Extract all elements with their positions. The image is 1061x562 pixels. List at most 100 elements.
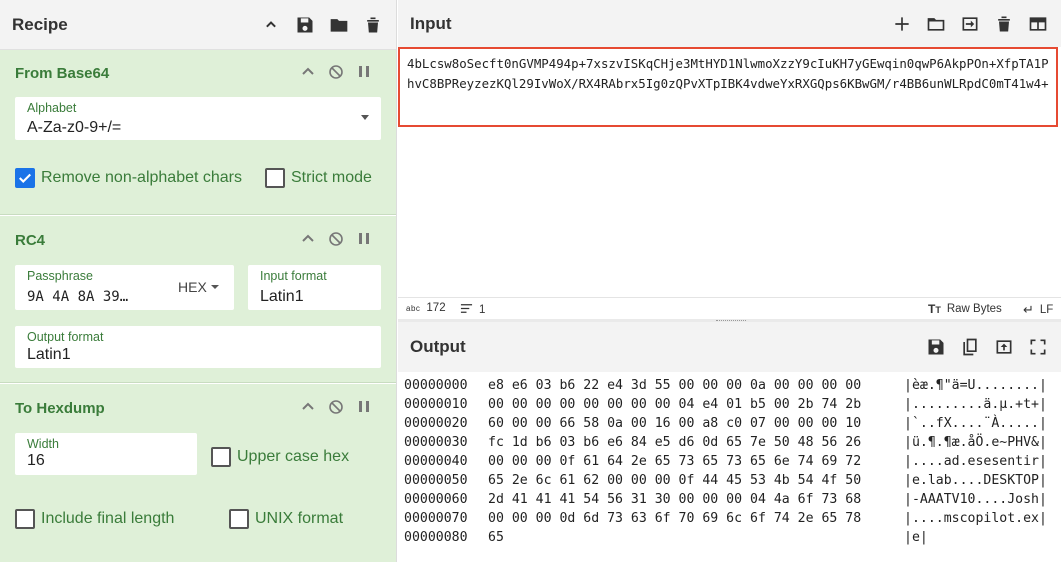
checkbox-empty-icon[interactable] — [229, 509, 249, 529]
output-format-field[interactable]: Output format Latin1 — [15, 326, 381, 368]
hexdump-bytes: 00 00 00 00 00 00 00 00 04 e4 01 b5 00 2… — [488, 397, 862, 412]
hexdump-address: 00000060 — [404, 492, 468, 507]
dropdown-caret-icon[interactable] — [361, 115, 369, 120]
output-format-value: Latin1 — [27, 346, 71, 363]
hexdump-bytes: fc 1d b6 03 b6 e6 84 e5 d6 0d 65 7e 50 4… — [488, 435, 862, 450]
unix-format-checkbox[interactable]: UNIX format — [229, 509, 343, 529]
checkbox-empty-icon[interactable] — [211, 447, 231, 467]
output-title: Output — [410, 337, 466, 356]
passphrase-label: Passphrase — [27, 269, 94, 283]
copy-icon[interactable] — [959, 336, 981, 358]
fullscreen-icon[interactable] — [1027, 336, 1049, 358]
checkbox-empty-icon[interactable] — [15, 509, 35, 529]
upper-case-hex-label: Upper case hex — [237, 448, 350, 465]
checkbox-empty-icon[interactable] — [265, 168, 285, 188]
return-arrow-icon: ↵ — [1023, 302, 1034, 317]
eol-label: LF — [1039, 304, 1054, 316]
encoding-label: Raw Bytes — [946, 303, 1002, 315]
input-format-value: Latin1 — [260, 288, 304, 305]
strict-mode-label: Strict mode — [291, 169, 372, 186]
hexdump-bytes: 00 00 00 0d 6d 73 63 6f 70 69 6c 6f 74 2… — [488, 511, 862, 526]
hexdump-address: 00000080 — [404, 530, 468, 545]
replace-input-icon[interactable] — [993, 336, 1015, 358]
remove-nonalpha-label: Remove non-alphabet chars — [41, 169, 243, 186]
hexdump-ascii: |-AAATV10....Josh| — [904, 492, 1047, 507]
hexdump-bytes: 00 00 00 0f 61 64 2e 65 73 65 73 65 6e 7… — [488, 454, 862, 469]
width-field[interactable]: Width 16 — [15, 433, 197, 475]
op-to-hexdump: To Hexdump Width 16 Upper case hex Inclu… — [0, 384, 396, 562]
hexdump-address: 00000010 — [404, 397, 468, 412]
pause-icon[interactable] — [356, 64, 372, 85]
hexdump-ascii: |....ad.esesentir| — [904, 454, 1047, 469]
alphabet-value: A-Za-z0-9+/= — [27, 119, 122, 136]
width-label: Width — [27, 437, 59, 451]
passphrase-format-label: HEX — [178, 279, 207, 295]
import-file-icon[interactable] — [959, 13, 981, 35]
dropdown-caret-icon — [210, 285, 219, 289]
chevron-up-icon[interactable] — [300, 64, 316, 85]
passphrase-format-select[interactable]: HEX — [178, 279, 219, 295]
output-format-label: Output format — [27, 330, 104, 344]
plus-icon[interactable] — [891, 13, 913, 35]
input-header: Input — [398, 0, 1061, 47]
passphrase-value: 9A 4A 8A 39… — [27, 289, 129, 305]
encoding-selector[interactable]: TT Raw Bytes — [928, 302, 1002, 316]
hexdump-address: 00000070 — [404, 511, 468, 526]
include-length-label: Include final length — [41, 510, 175, 527]
recipe-header: Recipe — [0, 0, 396, 50]
hexdump-ascii: |èæ.¶"ä=U........| — [904, 378, 1047, 393]
disable-icon[interactable] — [328, 64, 344, 85]
hexdump-ascii: |.........ä.µ.+t+| — [904, 397, 1047, 412]
hexdump-bytes: 2d 41 41 41 54 56 31 30 00 00 00 04 4a 6… — [488, 492, 862, 507]
hexdump-address: 00000000 — [404, 378, 468, 393]
op-from-base64: From Base64 Alphabet A-Za-z0-9+/= Remove… — [0, 50, 396, 215]
input-textarea[interactable]: 4bLcsw8oSecft0nGVMP494p+7xszvISKqCHje3Mt… — [398, 47, 1058, 127]
recipe-title: Recipe — [12, 14, 68, 34]
width-value: 16 — [27, 452, 45, 469]
hexdump-bytes: e8 e6 03 b6 22 e4 3d 55 00 00 00 0a 00 0… — [488, 378, 862, 393]
unix-format-label: UNIX format — [255, 510, 344, 527]
pause-icon[interactable] — [356, 399, 372, 420]
trash-icon[interactable] — [993, 13, 1015, 35]
remove-nonalpha-checkbox[interactable]: Remove non-alphabet chars — [15, 168, 242, 188]
op-title-to-hexdump: To Hexdump — [15, 400, 105, 417]
line-count-value: 1 — [479, 304, 486, 316]
hexdump-ascii: |e| — [904, 530, 928, 545]
op-title-rc4: RC4 — [15, 232, 46, 249]
disable-icon[interactable] — [328, 399, 344, 420]
folder-icon[interactable] — [328, 14, 350, 36]
hexdump-address: 00000040 — [404, 454, 468, 469]
include-length-checkbox[interactable]: Include final length — [15, 509, 174, 529]
abc-icon: abc — [406, 303, 421, 313]
hexdump-ascii: |....mscopilot.ex| — [904, 511, 1047, 526]
save-icon[interactable] — [925, 336, 947, 358]
pause-icon[interactable] — [356, 231, 372, 252]
chevron-up-icon[interactable] — [260, 14, 282, 36]
chevron-up-icon[interactable] — [300, 231, 316, 252]
output-header: Output — [398, 322, 1061, 372]
input-status-bar: abc 172 1 TT Raw Bytes ↵ LF — [398, 297, 1061, 319]
trash-icon[interactable] — [362, 14, 384, 36]
chevron-up-icon[interactable] — [300, 399, 316, 420]
checkbox-checked-icon[interactable] — [15, 168, 35, 188]
hexdump-address: 00000020 — [404, 416, 468, 431]
hexdump-ascii: |e.lab....DESKTOP| — [904, 473, 1047, 488]
upper-case-hex-checkbox[interactable]: Upper case hex — [211, 447, 349, 467]
hexdump-bytes: 65 — [488, 530, 504, 545]
hexdump-bytes: 65 2e 6c 61 62 00 00 00 0f 44 45 53 4b 5… — [488, 473, 862, 488]
char-count-value: 172 — [426, 302, 446, 314]
alphabet-field[interactable]: Alphabet A-Za-z0-9+/= — [15, 97, 381, 140]
output-hexdump[interactable]: 00000000 e8 e6 03 b6 22 e4 3d 55 00 00 00… — [398, 373, 1061, 562]
strict-mode-checkbox[interactable]: Strict mode — [265, 168, 372, 188]
save-icon[interactable] — [294, 14, 316, 36]
disable-icon[interactable] — [328, 231, 344, 252]
passphrase-field[interactable]: Passphrase 9A 4A 8A 39… HEX — [15, 265, 234, 310]
char-count: abc 172 — [406, 302, 446, 314]
op-rc4: RC4 Passphrase 9A 4A 8A 39… HEX Input fo… — [0, 216, 396, 383]
input-title: Input — [410, 13, 452, 33]
layout-icon[interactable] — [1027, 13, 1049, 35]
open-folder-icon[interactable] — [925, 13, 947, 35]
eol-selector[interactable]: ↵ LF — [1023, 302, 1053, 318]
input-format-field[interactable]: Input format Latin1 — [248, 265, 381, 310]
hexdump-ascii: |ü.¶.¶æ.åÖ.e~PHV&| — [904, 435, 1047, 450]
